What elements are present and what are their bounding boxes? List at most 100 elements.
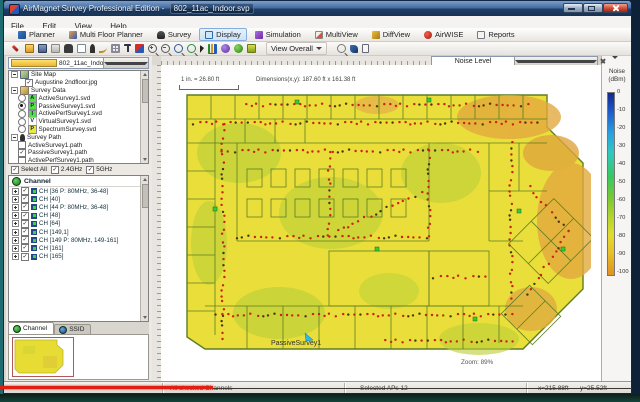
checkbox[interactable] [21,228,29,237]
tree-item-spectrum-survey[interactable]: P SpectrumSurvey.svd [9,125,148,134]
channel-row[interactable]: CH [48] [9,211,148,220]
planner-button[interactable]: Planner [12,28,61,41]
checkbox[interactable] [21,219,29,228]
sphere-purple-icon[interactable] [221,44,230,53]
project-selector-dropdown[interactable] [103,58,148,68]
view-extent-box[interactable] [12,337,74,377]
refresh-icon[interactable] [336,44,346,53]
expand-icon[interactable] [12,212,19,220]
survey-button[interactable]: Survey [151,28,197,41]
channel-row[interactable]: CH [40] [9,195,148,204]
channel-row[interactable]: CH [36 P: 80MHz, 36-48] [9,187,148,196]
close-button[interactable] [603,3,628,13]
signature-pen-icon[interactable] [349,44,358,53]
checkbox[interactable] [21,236,29,245]
radio[interactable] [18,117,26,126]
expand-icon[interactable] [12,195,19,203]
text-tool-icon[interactable] [124,44,131,53]
view-overall-selector[interactable]: View Overall [266,42,327,55]
zoom-window-icon[interactable] [174,44,183,53]
checkbox[interactable] [50,165,59,174]
checkbox[interactable] [21,244,29,253]
checkbox[interactable] [21,195,29,204]
save-icon[interactable] [38,44,47,53]
tree-item-activeperf-path[interactable]: ActivePerfSurvey1.path [9,156,148,163]
maximize-button[interactable] [583,3,603,13]
tree-node-site-map[interactable]: Site Map [9,71,148,80]
radio[interactable] [18,125,26,134]
project-selector[interactable]: 802_11ac_Indoor.svp [8,57,149,69]
pointer-icon[interactable] [200,44,204,53]
multiview-button[interactable]: MultiView [309,28,364,41]
diffview-button[interactable]: DiffView [366,28,416,41]
tree-item-passive-path[interactable]: PassiveSurvey1.path [9,148,148,157]
print-icon[interactable] [51,44,60,53]
tab-channel[interactable]: Channel [8,322,55,334]
zoom-in-icon[interactable] [148,44,157,53]
video-progress-bar[interactable] [0,386,213,389]
expand-icon[interactable] [12,253,19,261]
simulation-button[interactable]: Simulation [249,28,307,41]
scroll-up-icon[interactable] [142,73,147,76]
color-legend-icon[interactable] [135,44,144,53]
scrollbar-thumb[interactable] [142,184,148,208]
scroll-down-icon[interactable] [142,316,147,319]
tree-node-survey-path[interactable]: Survey Path [9,133,148,141]
expand-icon[interactable] [12,244,19,252]
marker-icon[interactable] [247,44,256,53]
channel-scrollbar[interactable] [140,176,148,321]
checkbox[interactable] [86,165,95,174]
sphere-green-icon[interactable] [234,44,243,53]
channel-row[interactable]: CH [149 P: 80MHz, 149-161] [9,236,148,245]
collapse-icon[interactable] [11,133,18,141]
radio[interactable] [18,109,26,118]
binoculars-icon[interactable] [64,44,73,53]
checkbox[interactable] [21,187,29,196]
zoom-extents-icon[interactable] [187,44,196,53]
expand-icon[interactable] [12,187,19,195]
pencil-icon[interactable] [12,45,19,52]
scrollbar-thumb[interactable] [142,79,148,103]
reports-button[interactable]: Reports [471,28,520,41]
open-project-icon[interactable] [25,44,34,53]
tab-ssid[interactable]: SSID [54,324,92,334]
airwise-button[interactable]: AirWISE [418,28,469,41]
map-canvas[interactable]: 1 in. = 26.80 ft Dimensions(x,y): 187.60… [161,65,601,381]
collapse-icon[interactable] [11,71,18,79]
zoom-out-icon[interactable] [161,44,170,53]
tree-item-active-path[interactable]: ActiveSurvey1.path [9,141,148,150]
checkbox[interactable] [11,165,19,174]
filter-24ghz[interactable]: 2.4GHz [50,165,82,174]
checkbox[interactable] [18,141,26,150]
channel-row[interactable]: CH [44 P: 80MHz, 36-48] [9,203,148,212]
checkbox[interactable] [21,252,29,261]
display-button[interactable]: Display [199,28,247,41]
walking-survey-icon[interactable] [90,44,95,53]
legend-close-button[interactable] [599,57,606,64]
checkbox[interactable] [18,148,26,157]
title-bar[interactable]: AirMagnet Survey Professional Edition - … [4,1,631,16]
checkbox[interactable] [18,156,26,163]
multi-floor-planner-button[interactable]: Multi Floor Planner [63,28,149,41]
radio[interactable] [18,102,26,111]
path-curve-icon[interactable] [99,45,107,53]
scroll-up-icon[interactable] [142,178,147,181]
tree-item-floor-image[interactable]: Augustine 2ndfloor.jpg [9,78,148,87]
channel-row[interactable]: CH [165] [9,252,148,261]
collapse-icon[interactable] [11,86,18,94]
minimize-button[interactable] [563,3,583,13]
expand-icon[interactable] [12,203,19,211]
floor-plan-heatmap[interactable]: PassiveSurvey1 [179,91,591,363]
channel-row[interactable]: CH [64] [9,219,148,228]
image-icon[interactable] [77,44,86,53]
expand-icon[interactable] [12,220,19,228]
expand-icon[interactable] [12,228,19,236]
checkbox[interactable] [21,211,29,220]
clipboard-icon[interactable] [361,44,369,53]
checkbox[interactable] [21,203,29,212]
scroll-down-icon[interactable] [142,158,147,161]
filter-5ghz[interactable]: 5GHz [86,165,112,174]
channel-row[interactable]: CH [161] [9,244,148,253]
expand-icon[interactable] [12,236,19,244]
radio[interactable] [18,94,26,103]
